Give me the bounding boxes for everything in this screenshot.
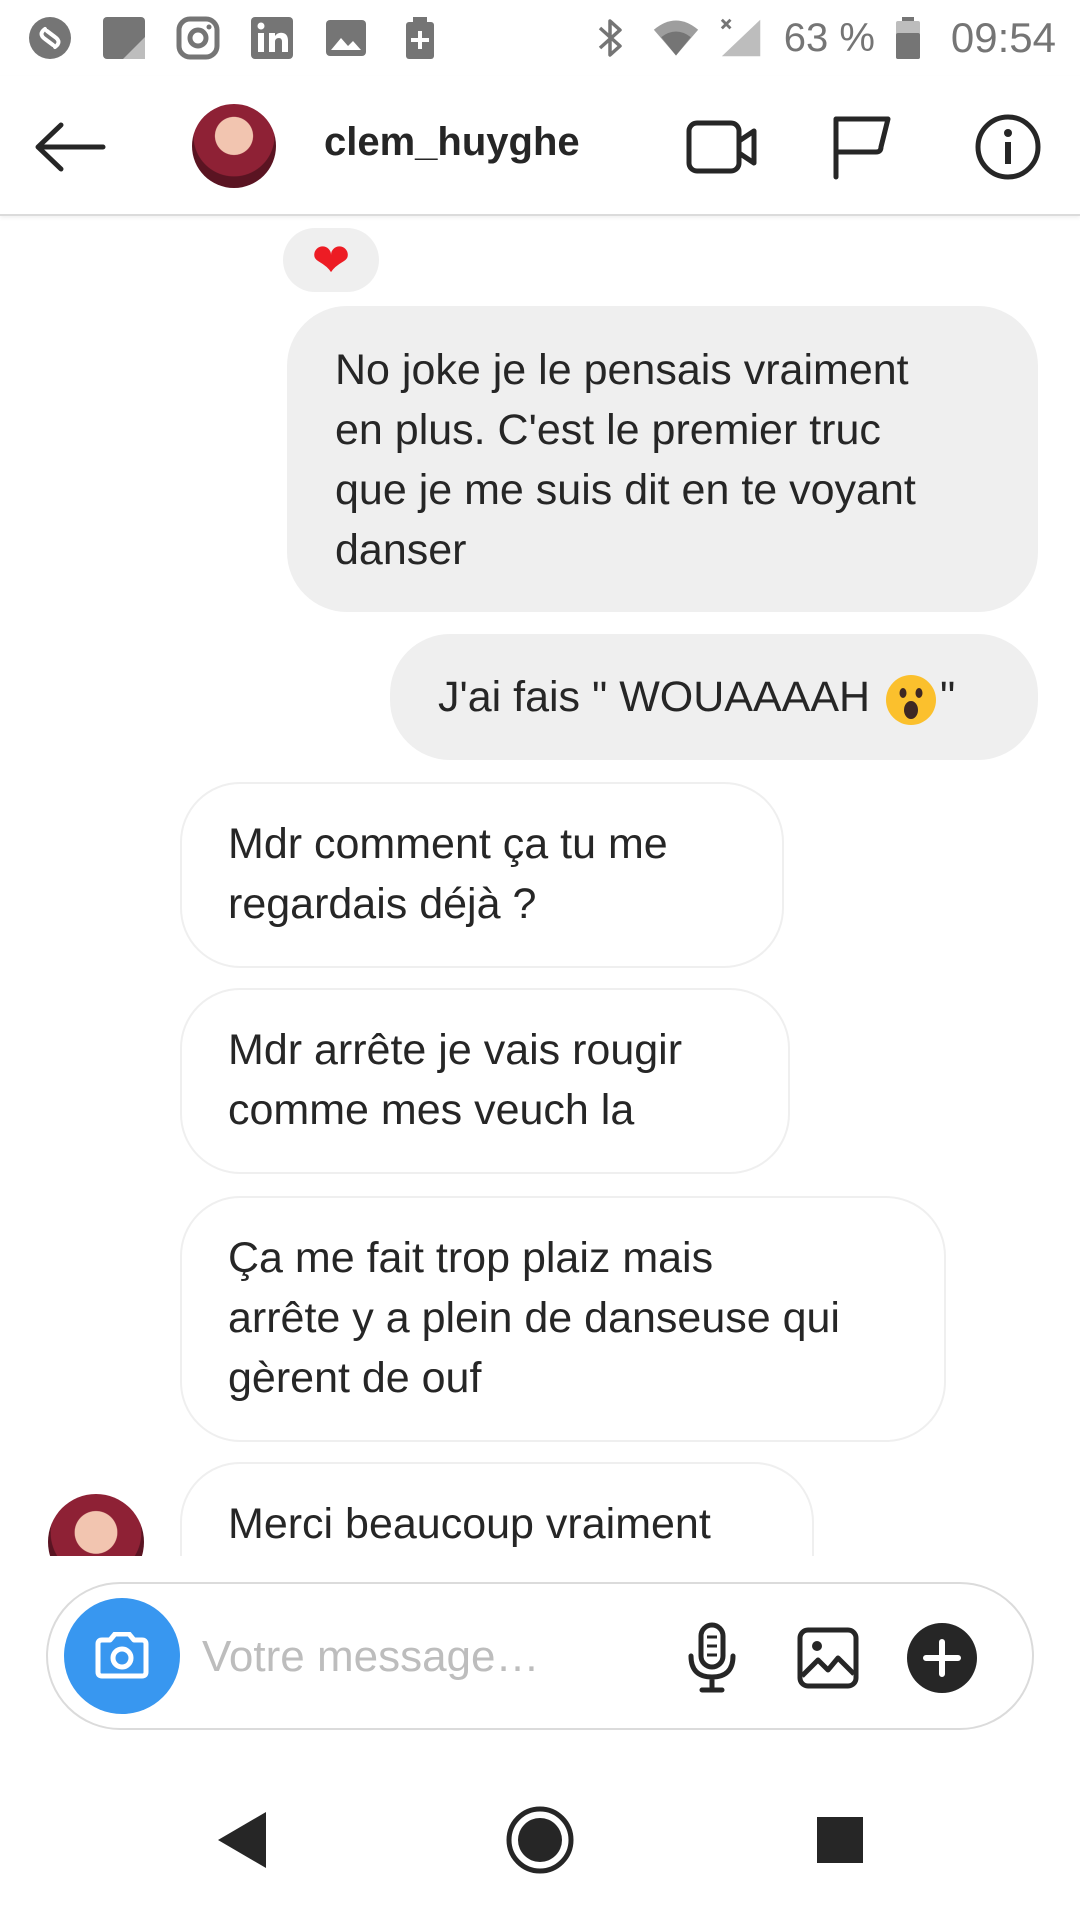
message-bubble-sent[interactable]: J'ai fais " WOUAAAAH " bbox=[390, 634, 1038, 760]
bluetooth-icon bbox=[586, 14, 634, 62]
sender-avatar[interactable] bbox=[48, 1494, 144, 1556]
message-line: Ça me fait trop plaiz mais bbox=[228, 1234, 714, 1282]
back-button[interactable] bbox=[30, 114, 110, 180]
message-bubble-received[interactable]: Merci beaucoup vraiment bbox=[180, 1462, 814, 1556]
report-button[interactable] bbox=[824, 112, 900, 182]
message-line: No joke je le pensais vraiment bbox=[335, 346, 909, 394]
nav-recents-button[interactable] bbox=[792, 1792, 888, 1888]
cellular-signal-icon bbox=[718, 14, 766, 62]
flag-icon bbox=[833, 116, 891, 180]
message-list[interactable]: ❤ No joke je le pensais vraiment en plus… bbox=[0, 216, 1080, 1556]
message-composer bbox=[46, 1582, 1034, 1730]
camera-button[interactable] bbox=[64, 1598, 180, 1714]
message-bubble-received[interactable]: Mdr comment ça tu me regardais déjà ? bbox=[180, 782, 784, 968]
message-line: Mdr comment ça tu me bbox=[228, 820, 668, 868]
message-line: que je me suis dit en te voyant bbox=[335, 466, 916, 514]
camera-icon bbox=[95, 1632, 149, 1679]
nav-back-button[interactable] bbox=[194, 1792, 290, 1888]
status-right-icons: 63 % 09:54 bbox=[586, 14, 1056, 62]
status-left-icons bbox=[26, 14, 444, 62]
heart-icon: ❤ bbox=[311, 234, 351, 286]
more-options-button[interactable] bbox=[906, 1622, 978, 1694]
chat-header: clem_huyghe bbox=[0, 76, 1080, 216]
shazam-icon bbox=[26, 14, 74, 62]
video-call-icon bbox=[686, 120, 757, 174]
message-input[interactable] bbox=[200, 1624, 660, 1690]
plus-icon bbox=[907, 1623, 977, 1693]
linkedin-icon bbox=[248, 14, 296, 62]
instagram-icon bbox=[174, 14, 222, 62]
message-line: en plus. C'est le premier truc bbox=[335, 406, 881, 454]
gallery-button[interactable] bbox=[792, 1622, 864, 1694]
status-bar: 63 % 09:54 bbox=[0, 0, 1080, 76]
notes-app-icon bbox=[100, 14, 148, 62]
info-button[interactable] bbox=[970, 112, 1046, 182]
message-line: arrête y a plein de danseuse qui bbox=[228, 1294, 840, 1342]
message-text: " bbox=[940, 673, 956, 721]
back-arrow-icon bbox=[35, 122, 106, 172]
info-icon bbox=[975, 114, 1041, 180]
message-line: gèrent de ouf bbox=[228, 1354, 482, 1402]
message-line: regardais déjà ? bbox=[228, 880, 537, 928]
nav-home-button[interactable] bbox=[492, 1792, 588, 1888]
astonished-face-icon bbox=[886, 674, 937, 725]
square-recents-icon bbox=[817, 1817, 863, 1863]
battery-saver-icon bbox=[396, 14, 444, 62]
heart-reaction[interactable]: ❤ bbox=[283, 228, 379, 292]
message-line: danser bbox=[335, 526, 467, 574]
message-bubble-received[interactable]: Mdr arrête je vais rougir comme mes veuc… bbox=[180, 988, 790, 1174]
message-text: J'ai fais " WOUAAAAH bbox=[438, 673, 883, 721]
video-call-button[interactable] bbox=[684, 112, 760, 182]
message-bubble-sent[interactable]: No joke je le pensais vraiment en plus. … bbox=[287, 306, 1038, 612]
gallery-icon bbox=[322, 14, 370, 62]
message-bubble-received[interactable]: Ça me fait trop plaiz mais arrête y a pl… bbox=[180, 1196, 946, 1442]
voice-message-button[interactable] bbox=[676, 1622, 748, 1694]
image-icon bbox=[797, 1627, 859, 1689]
message-line: Mdr arrête je vais rougir bbox=[228, 1026, 683, 1074]
message-line: Merci beaucoup vraiment bbox=[228, 1500, 711, 1548]
chat-username[interactable]: clem_huyghe bbox=[324, 120, 580, 165]
triangle-back-icon bbox=[218, 1812, 266, 1868]
system-nav-bar bbox=[0, 1760, 1080, 1920]
clock: 09:54 bbox=[950, 14, 1056, 61]
message-line: comme mes veuch la bbox=[228, 1086, 635, 1134]
microphone-icon bbox=[688, 1622, 736, 1693]
avatar[interactable] bbox=[192, 104, 276, 188]
battery-icon bbox=[893, 14, 923, 62]
home-circle-icon bbox=[506, 1806, 574, 1874]
battery-percent: 63 % bbox=[783, 15, 875, 60]
wifi-icon bbox=[652, 14, 700, 62]
